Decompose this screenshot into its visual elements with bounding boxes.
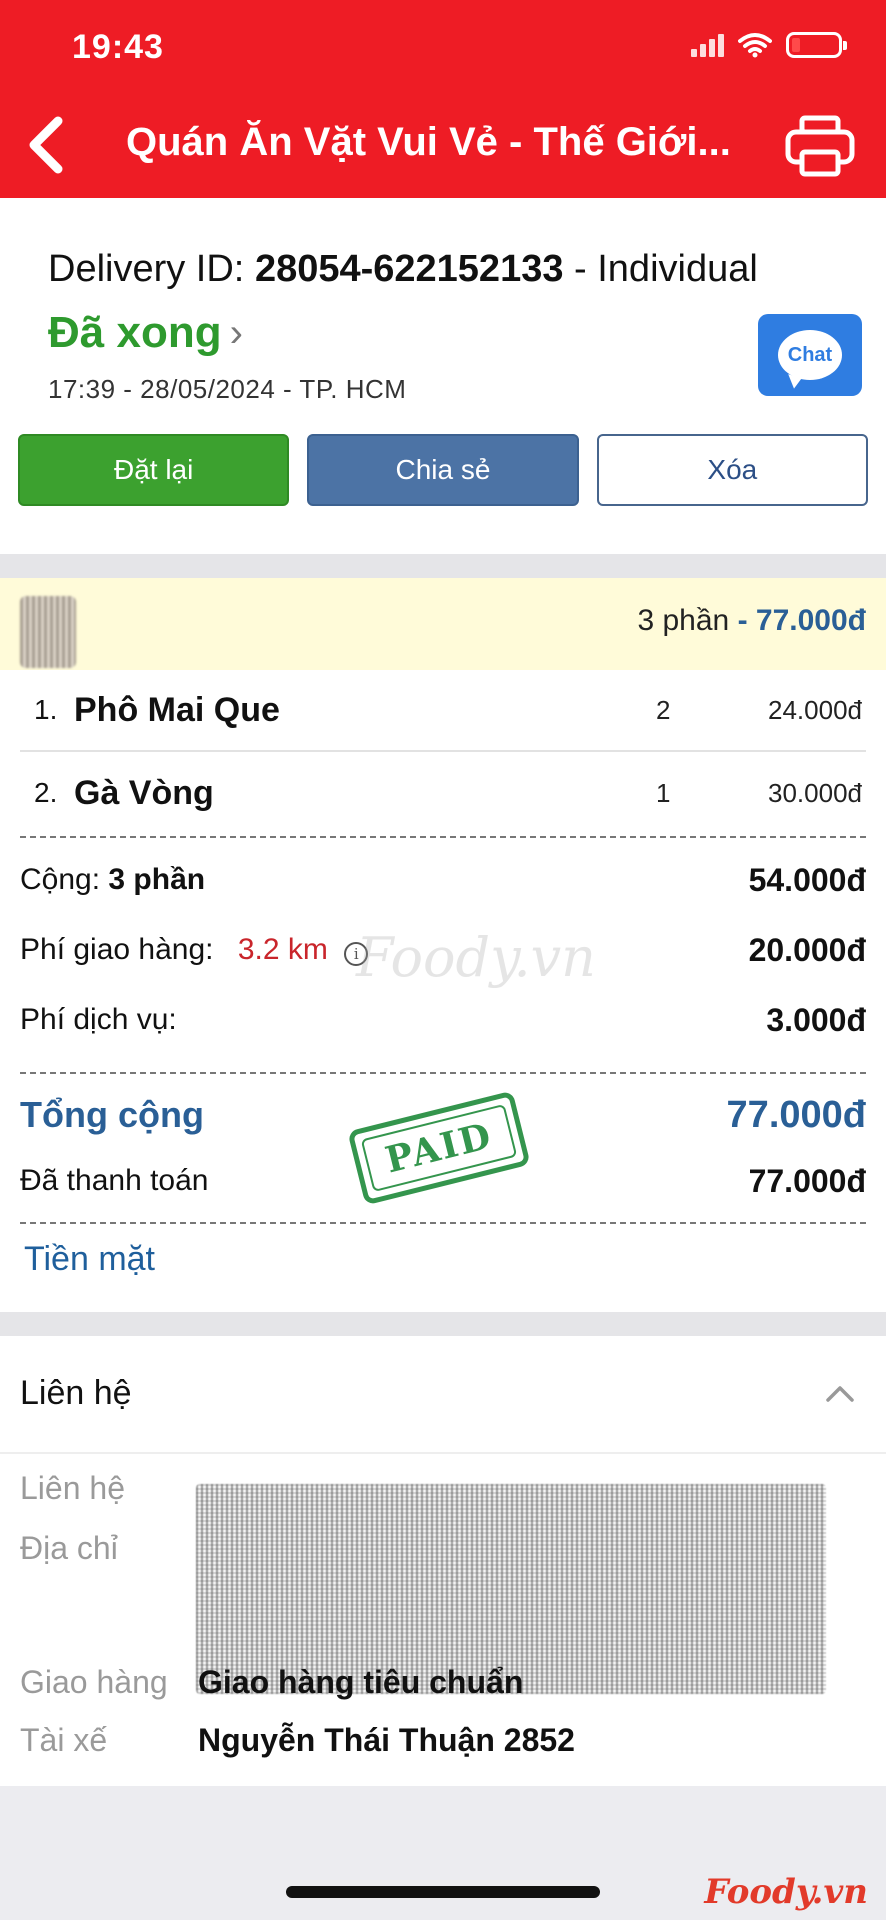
dashed-divider (20, 836, 866, 838)
delivery-method-label: Giao hàng (20, 1664, 168, 1700)
contact-label: Liên hệ (20, 1470, 125, 1506)
status-icons (691, 32, 847, 58)
shipping-fee-value: 20.000đ (748, 931, 866, 968)
shipping-distance: 3.2 km (237, 933, 328, 966)
subtotal-value: 54.000đ (748, 861, 866, 898)
contact-card: Liên hệ Liên hệ Địa chỉ Giao hàng Giao h… (0, 1336, 886, 1786)
contact-section-title: Liên hệ (20, 1374, 132, 1412)
section-separator (0, 1312, 886, 1336)
restaurant-title: Quán Ăn Vặt Vui Vẻ - Thế Giới... (126, 120, 731, 164)
item-quantity: 2 (656, 694, 671, 725)
chevron-right-icon: › (229, 310, 243, 355)
home-indicator[interactable] (286, 1886, 600, 1898)
subtotal-row: Cộng: 3 phần 54.000đ (20, 854, 866, 906)
payment-method: Tiền mặt (24, 1240, 156, 1278)
service-fee-row: Phí dịch vụ: 3.000đ (20, 994, 866, 1046)
print-button[interactable] (784, 114, 856, 178)
portion-total: - 77.000đ (737, 604, 866, 637)
order-summary-card: Delivery ID: 28054-622152133 - Individua… (0, 198, 886, 554)
service-fee-label: Phí dịch vụ: (20, 1003, 177, 1036)
divider (0, 1452, 886, 1454)
status-time: 19:43 (72, 28, 164, 66)
foody-logo: Foody.vn (704, 1872, 868, 1912)
delivery-id-label: Delivery ID: (48, 248, 245, 290)
battery-icon (786, 32, 847, 58)
order-status: Đã xong (48, 308, 222, 357)
paid-stamp-text: PAID (381, 1114, 497, 1182)
shipping-fee-label: Phí giao hàng: (20, 933, 214, 966)
shipping-label-group: Phí giao hàng: 3.2 km i (20, 933, 369, 967)
portion-summary: 3 phần - 77.000đ (637, 604, 866, 638)
delivery-method-value: Giao hàng tiêu chuẩn (198, 1664, 524, 1700)
paid-label: Đã thanh toán (20, 1164, 209, 1197)
delivery-id: 28054-622152133 (254, 248, 564, 290)
restaurant-thumbnail (20, 596, 76, 668)
action-buttons: Đặt lại Chia sẻ Xóa (18, 434, 868, 506)
wifi-icon (738, 33, 772, 58)
address-label: Địa chỉ (20, 1530, 118, 1566)
foody-watermark: Foody.vn (356, 926, 596, 989)
delivery-type: - Individual (574, 248, 758, 290)
item-quantity: 1 (656, 777, 671, 808)
back-chevron-icon (29, 116, 63, 174)
chat-button[interactable]: Chat (758, 314, 862, 396)
portion-count: 3 phần (637, 604, 730, 637)
driver-name: Nguyễn Thái Thuận 2852 (198, 1722, 575, 1758)
order-datetime-city: 17:39 - 28/05/2024 - TP. HCM (48, 374, 407, 404)
reorder-button[interactable]: Đặt lại (18, 434, 290, 506)
subtotal-label: Cộng: 3 phần (20, 863, 205, 897)
cellular-signal-icon (691, 33, 724, 57)
driver-label: Tài xế (20, 1722, 108, 1758)
order-status-link[interactable]: Đã xong › (48, 308, 243, 358)
redacted-contact-info (196, 1484, 826, 1694)
item-price: 24.000đ (768, 694, 862, 725)
printer-icon (785, 115, 855, 177)
item-name: Phô Mai Que (74, 690, 280, 729)
share-button[interactable]: Chia sẻ (307, 434, 579, 506)
section-separator (0, 554, 886, 578)
chat-label: Chat (787, 343, 833, 366)
item-index: 2. (34, 777, 58, 808)
grand-total-value: 77.000đ (726, 1093, 866, 1136)
delete-button[interactable]: Xóa (596, 434, 868, 506)
dashed-divider (20, 1072, 866, 1074)
back-button[interactable] (18, 110, 74, 180)
delivery-id-line: Delivery ID: 28054-622152133 - Individua… (48, 248, 758, 291)
order-items-card: 1. Phô Mai Que 2 24.000đ 2. Gà Vòng 1 30… (0, 670, 886, 1312)
grand-total-label: Tổng cộng (20, 1094, 204, 1135)
dashed-divider (20, 1222, 866, 1224)
item-price: 30.000đ (768, 777, 862, 808)
subtotal-prefix: Cộng: (20, 863, 101, 896)
item-index: 1. (34, 694, 58, 725)
subtotal-count: 3 phần (108, 863, 206, 896)
chat-bubble-icon: Chat (778, 330, 842, 380)
service-fee-value: 3.000đ (766, 1001, 866, 1038)
paid-value: 77.000đ (748, 1162, 866, 1199)
item-name: Gà Vòng (74, 773, 214, 812)
chevron-up-icon[interactable] (822, 1376, 858, 1412)
list-item: 1. Phô Mai Que 2 24.000đ (20, 670, 866, 752)
list-item: 2. Gà Vòng 1 30.000đ (20, 752, 866, 834)
app-header: 19:43 Quán Ăn Vặt Vui Vẻ - Thế Giới... (0, 0, 886, 198)
